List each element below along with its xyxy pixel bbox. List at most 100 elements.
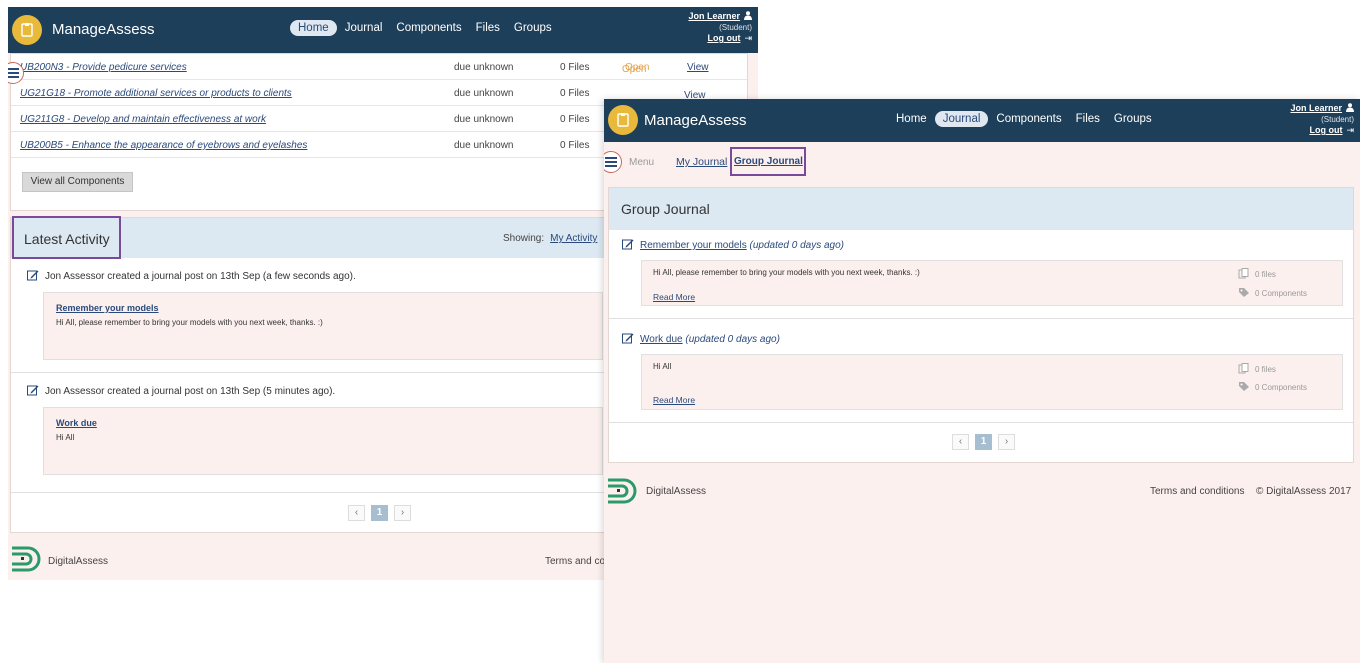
component-due: due unknown: [454, 62, 514, 73]
nav-journal[interactable]: Journal: [339, 20, 389, 36]
pagination: ‹ 1 ›: [348, 505, 411, 521]
footer-brand: DigitalAssess: [48, 556, 109, 567]
view-all-components-button[interactable]: View all Components: [22, 172, 133, 192]
brand-name[interactable]: ManageAssess: [644, 112, 747, 129]
tags-icon: [1239, 288, 1249, 297]
component-view-link[interactable]: View: [684, 90, 706, 99]
brand-name[interactable]: ManageAssess: [52, 21, 155, 38]
logout-icon[interactable]: ⇥: [1346, 125, 1354, 135]
journal-entry-header: Remember your models (updated 0 days ago…: [622, 238, 844, 251]
hamburger-icon: [605, 157, 617, 167]
menu-label[interactable]: Menu: [629, 157, 654, 168]
post-title-link[interactable]: Work due: [56, 418, 97, 428]
entry-files-count: 0 files: [1238, 268, 1276, 279]
divider: [609, 422, 1353, 423]
menu-button[interactable]: [604, 151, 622, 173]
logout-link[interactable]: Log out: [1309, 125, 1342, 135]
showing-label: Showing:: [503, 233, 545, 244]
showing-value-link[interactable]: My Activity: [550, 233, 597, 244]
tab-group-journal[interactable]: Group Journal: [730, 147, 806, 176]
tab-my-journal[interactable]: My Journal: [676, 156, 727, 168]
group-journal-panel: Group Journal Remember your models (upda…: [608, 187, 1354, 463]
component-view-link[interactable]: View: [687, 62, 709, 73]
component-files: 0 Files: [560, 88, 590, 99]
component-name[interactable]: UB200B5 - Enhance the appearance of eyeb…: [20, 140, 307, 151]
user-menu: Jon Learner (Student) Log out ⇥: [688, 11, 752, 44]
entry-title-link[interactable]: Work due: [640, 334, 683, 345]
component-name[interactable]: UG21G18 - Promote additional services or…: [20, 88, 292, 99]
component-name[interactable]: UB200N3 - Provide pedicure services: [20, 62, 187, 73]
window-group-journal: ManageAssess Home Journal Components Fil…: [604, 99, 1360, 663]
user-name[interactable]: Jon Learner: [1290, 103, 1342, 113]
tags-icon: [1239, 382, 1249, 391]
post-body: Hi All, please remember to bring your mo…: [56, 318, 323, 327]
footer-terms-link[interactable]: Terms and conditions: [1150, 486, 1245, 497]
footer-brand: DigitalAssess: [646, 486, 707, 497]
edit-icon: [622, 333, 634, 344]
read-more-link[interactable]: Read More: [653, 395, 695, 405]
activity-post-card: Work due Hi All: [43, 407, 603, 475]
footer-copyright: © DigitalAssess 2017: [1256, 486, 1352, 497]
activity-item: Jon Assessor created a journal post on 1…: [27, 269, 356, 282]
component-files: 0 Files: [560, 140, 590, 151]
nav-groups[interactable]: Groups: [1108, 111, 1158, 127]
next-page-button[interactable]: ›: [394, 505, 411, 521]
app-logo-icon[interactable]: [608, 105, 638, 135]
component-files: 0 Files: [560, 114, 590, 125]
next-page-button[interactable]: ›: [998, 434, 1015, 450]
entry-title-link[interactable]: Remember your models: [640, 240, 747, 251]
user-role: (Student): [1321, 115, 1354, 124]
digitalassess-logo-icon: [12, 546, 41, 572]
hamburger-icon: [8, 68, 19, 78]
files-icon: [1238, 268, 1249, 279]
divider: [609, 318, 1353, 319]
activity-text: Jon Assessor created a journal post on 1…: [45, 271, 356, 282]
nav-journal[interactable]: Journal: [934, 111, 989, 127]
edit-icon: [27, 270, 39, 281]
entry-components-count: 0 Components: [1238, 381, 1307, 392]
component-due: due unknown: [454, 140, 514, 151]
logout-link[interactable]: Log out: [707, 33, 740, 43]
journal-entry-card: Hi All Read More 0 files 0 Components: [641, 354, 1343, 410]
prev-page-button[interactable]: ‹: [348, 505, 365, 521]
user-icon: [1346, 103, 1354, 112]
digitalassess-logo-icon: [608, 478, 637, 504]
entry-updated: (updated 0 days ago): [685, 334, 780, 345]
read-more-link[interactable]: Read More: [653, 292, 695, 302]
edit-icon: [27, 385, 39, 396]
nav-components[interactable]: Components: [390, 20, 467, 36]
top-navbar: ManageAssess Home Journal Components Fil…: [8, 7, 758, 53]
component-due: due unknown: [454, 88, 514, 99]
footer-terms-link[interactable]: Terms and co: [545, 556, 605, 567]
user-role: (Student): [719, 23, 752, 32]
component-files: 0 Files: [560, 62, 590, 73]
app-logo-icon[interactable]: [12, 15, 42, 45]
edit-icon: [622, 239, 634, 250]
post-title-link[interactable]: Remember your models: [56, 303, 159, 313]
nav-groups[interactable]: Groups: [508, 20, 558, 36]
nav-components[interactable]: Components: [990, 111, 1067, 127]
entry-components-count: 0 Components: [1238, 287, 1307, 298]
user-name[interactable]: Jon Learner: [688, 11, 740, 21]
nav-home[interactable]: Home: [290, 20, 337, 36]
nav-files[interactable]: Files: [1070, 111, 1106, 127]
activity-title: Latest Activity: [12, 216, 121, 259]
component-due: due unknown: [454, 114, 514, 125]
files-icon: [1238, 363, 1249, 374]
logout-icon[interactable]: ⇥: [744, 33, 752, 43]
component-name[interactable]: UG211G8 - Develop and maintain effective…: [20, 114, 266, 125]
activity-filter: Showing: My Activity: [503, 233, 597, 244]
nav-home[interactable]: Home: [890, 111, 933, 127]
nav-files[interactable]: Files: [470, 20, 506, 36]
entry-body: Hi All: [653, 362, 672, 371]
prev-page-button[interactable]: ‹: [952, 434, 969, 450]
activity-post-card: Remember your models Hi All, please reme…: [43, 292, 603, 360]
top-navbar: ManageAssess Home Journal Components Fil…: [604, 99, 1360, 142]
main-nav: Home Journal Components Files Groups: [890, 111, 1160, 127]
post-body: Hi All: [56, 433, 75, 442]
journal-entry-card: Hi All, please remember to bring your mo…: [641, 260, 1343, 306]
activity-text: Jon Assessor created a journal post on 1…: [45, 386, 336, 397]
entry-updated: (updated 0 days ago): [749, 240, 845, 251]
page-1-button[interactable]: 1: [975, 434, 992, 450]
page-1-button[interactable]: 1: [371, 505, 388, 521]
